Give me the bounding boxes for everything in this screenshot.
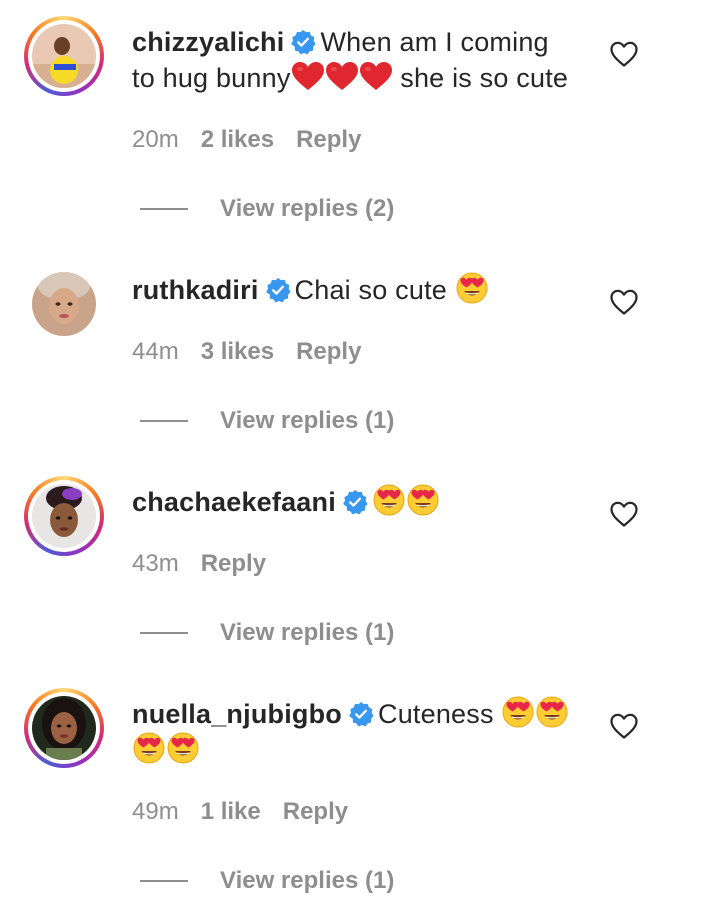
heart-eyes-emoji-icon <box>536 696 568 728</box>
heart-outline-icon[interactable] <box>610 41 638 67</box>
heart-eyes-emoji-icon <box>133 732 165 764</box>
view-replies-divider <box>140 208 188 210</box>
comment-username[interactable]: chizzyalichi <box>132 27 284 57</box>
view-replies-divider <box>140 632 188 634</box>
comment-text-block: chizzyalichi When am I coming to hug bunn… <box>132 24 592 96</box>
verified-badge-icon <box>265 277 291 303</box>
reply-button[interactable]: Reply <box>296 126 361 153</box>
view-replies-button[interactable]: View replies (1) <box>140 406 394 436</box>
verified-badge-icon <box>348 701 374 727</box>
avatar-story-ring[interactable] <box>24 688 104 768</box>
comment-body: Cuteness <box>378 699 502 729</box>
view-replies-label: View replies (1) <box>220 867 395 894</box>
reply-button[interactable]: Reply <box>296 338 361 365</box>
red-heart-emoji-icon <box>291 61 325 91</box>
view-replies-button[interactable]: View replies (2) <box>140 194 394 224</box>
view-replies-button[interactable]: View replies (1) <box>140 618 394 648</box>
comment-username[interactable]: chachaekefaani <box>132 487 336 517</box>
avatar <box>32 696 96 760</box>
comment-likes[interactable]: 3 likes <box>201 338 274 365</box>
comment-time: 20m <box>132 126 179 153</box>
avatar-border <box>28 480 100 552</box>
verified-badge-icon <box>290 29 316 55</box>
comment-time: 44m <box>132 338 179 365</box>
heart-outline-icon[interactable] <box>610 713 638 739</box>
view-replies-label: View replies (1) <box>220 407 395 434</box>
comment-text-block: chachaekefaani <box>132 484 592 520</box>
avatar <box>32 24 96 88</box>
red-heart-emoji-icon <box>325 61 359 91</box>
comment-meta: 49m 1 like Reply <box>132 797 348 827</box>
avatar[interactable] <box>32 272 96 336</box>
view-replies-divider <box>140 880 188 882</box>
comment-text-block: ruthkadiri Chai so cute <box>132 272 592 308</box>
comment-body-line2-suffix: she is so cute <box>392 63 569 93</box>
comment-body: Chai so cute <box>294 275 455 305</box>
comment-time: 49m <box>132 798 179 825</box>
heart-eyes-emoji-icon <box>407 484 439 516</box>
comment-likes[interactable]: 1 like <box>201 798 261 825</box>
heart-outline-icon[interactable] <box>610 501 638 527</box>
avatar-story-ring[interactable] <box>24 476 104 556</box>
view-replies-label: View replies (2) <box>220 195 395 222</box>
view-replies-divider <box>140 420 188 422</box>
view-replies-label: View replies (1) <box>220 619 395 646</box>
comment-body: When am I coming <box>320 27 549 57</box>
avatar-story-ring[interactable] <box>24 16 104 96</box>
comment-likes[interactable]: 2 likes <box>201 126 274 153</box>
heart-eyes-emoji-icon <box>502 696 534 728</box>
comment-meta: 44m 3 likes Reply <box>132 337 361 367</box>
comment-username[interactable]: nuella_njubigbo <box>132 699 342 729</box>
reply-button[interactable]: Reply <box>283 798 348 825</box>
reply-button[interactable]: Reply <box>201 550 266 577</box>
comment-time: 43m <box>132 550 179 577</box>
avatar-border <box>28 20 100 92</box>
comment-meta: 43m Reply <box>132 549 266 579</box>
comment-meta: 20m 2 likes Reply <box>132 125 361 155</box>
avatar <box>32 484 96 548</box>
heart-eyes-emoji-icon <box>373 484 405 516</box>
comment-username[interactable]: ruthkadiri <box>132 275 259 305</box>
heart-outline-icon[interactable] <box>610 289 638 315</box>
comment-text-block: nuella_njubigbo Cuteness <box>132 696 592 768</box>
verified-badge-icon <box>342 489 368 515</box>
view-replies-button[interactable]: View replies (1) <box>140 866 394 896</box>
comment-body-line2: to hug bunny <box>132 63 291 93</box>
red-heart-emoji-icon <box>359 61 393 91</box>
heart-eyes-emoji-icon <box>456 272 488 304</box>
avatar-border <box>28 692 100 764</box>
heart-eyes-emoji-icon <box>167 732 199 764</box>
